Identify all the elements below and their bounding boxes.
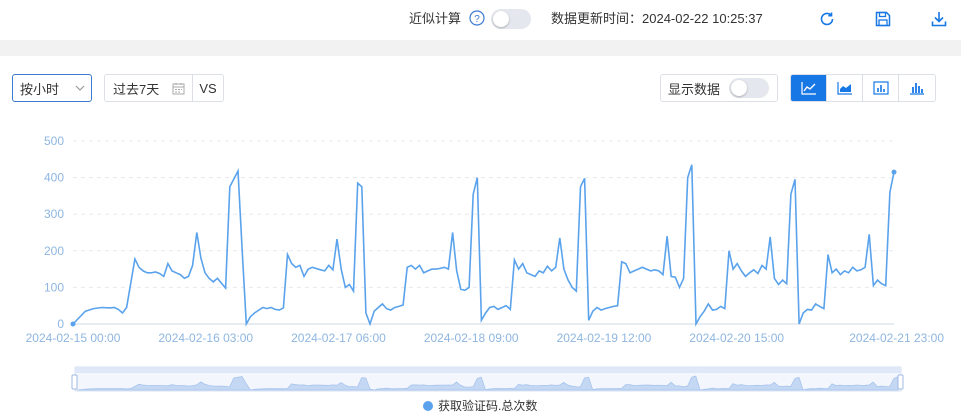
y-tick-label: 300 bbox=[44, 207, 64, 221]
help-icon[interactable]: ? bbox=[469, 10, 485, 26]
chart-legend[interactable]: 获取验证码.总次数 bbox=[423, 397, 537, 414]
x-axis: 2024-02-15 00:00 2024-02-16 03:00 2024-02-… bbox=[26, 331, 945, 345]
bar-chart-icon[interactable] bbox=[863, 75, 899, 101]
date-range-value: 过去7天 bbox=[113, 81, 160, 97]
approx-calc-toggle[interactable] bbox=[491, 9, 531, 29]
line-chart-icon[interactable] bbox=[791, 75, 827, 101]
x-tick-label: 2024-02-16 03:00 bbox=[158, 331, 253, 345]
x-tick-label: 2024-02-21 23:00 bbox=[849, 331, 944, 345]
zoom-top-bar bbox=[75, 367, 901, 373]
compare-button[interactable]: VS bbox=[193, 81, 223, 96]
show-data-control: 显示数据 bbox=[660, 74, 778, 102]
date-range-picker: 过去7天 VS bbox=[104, 74, 224, 102]
area-chart-icon[interactable] bbox=[827, 75, 863, 101]
chart-type-switcher bbox=[790, 74, 936, 102]
column-chart-icon[interactable] bbox=[899, 75, 935, 101]
line-chart: 0100200300400500 2024-02-15 00:00 2024-02… bbox=[26, 134, 945, 392]
y-tick-label: 400 bbox=[44, 171, 64, 185]
legend-label: 获取验证码.总次数 bbox=[438, 399, 538, 413]
chevron-down-icon bbox=[75, 85, 85, 91]
data-update-time: 数据更新时间：2024-02-22 10:25:37 bbox=[551, 11, 763, 26]
download-icon[interactable] bbox=[928, 8, 950, 30]
granularity-select[interactable]: 按小时 bbox=[12, 74, 92, 102]
refresh-icon[interactable] bbox=[816, 8, 838, 30]
zoom-handle-right[interactable] bbox=[897, 374, 904, 390]
x-tick-label: 2024-02-17 06:00 bbox=[291, 331, 386, 345]
approx-calc-label: 近似计算 bbox=[409, 11, 462, 26]
series-start-point bbox=[70, 321, 76, 327]
x-tick-label: 2024-02-19 12:00 bbox=[557, 331, 652, 345]
y-tick-label: 100 bbox=[44, 280, 64, 294]
y-axis: 0 100 200 300 400 500 bbox=[44, 134, 64, 331]
zoom-handle-left[interactable] bbox=[71, 374, 78, 390]
show-data-label: 显示数据 bbox=[668, 81, 721, 97]
granularity-value: 按小时 bbox=[20, 81, 60, 97]
x-tick-label: 2024-02-18 09:00 bbox=[424, 331, 519, 345]
toggle-knob bbox=[493, 11, 509, 27]
toggle-knob bbox=[731, 80, 747, 96]
series-line bbox=[72, 164, 895, 327]
y-tick-label: 200 bbox=[44, 244, 64, 258]
section-divider bbox=[0, 40, 961, 56]
y-tick-label: 0 bbox=[57, 317, 64, 331]
legend-marker bbox=[423, 400, 433, 411]
calendar-icon bbox=[172, 83, 185, 95]
x-tick-label: 2024-02-20 15:00 bbox=[689, 331, 784, 345]
date-range-field[interactable]: 过去7天 bbox=[105, 75, 193, 101]
show-data-toggle[interactable] bbox=[729, 78, 769, 98]
y-tick-label: 500 bbox=[44, 134, 64, 148]
top-toolbar: 近似计算 ? 数据更新时间：2024-02-22 10:25:37 bbox=[0, 0, 961, 40]
data-zoom-slider[interactable] bbox=[71, 366, 904, 392]
series-end-point bbox=[891, 169, 897, 175]
save-icon[interactable] bbox=[872, 8, 894, 30]
x-tick-label: 2024-02-15 00:00 bbox=[26, 331, 121, 345]
svg-text:?: ? bbox=[474, 14, 480, 25]
